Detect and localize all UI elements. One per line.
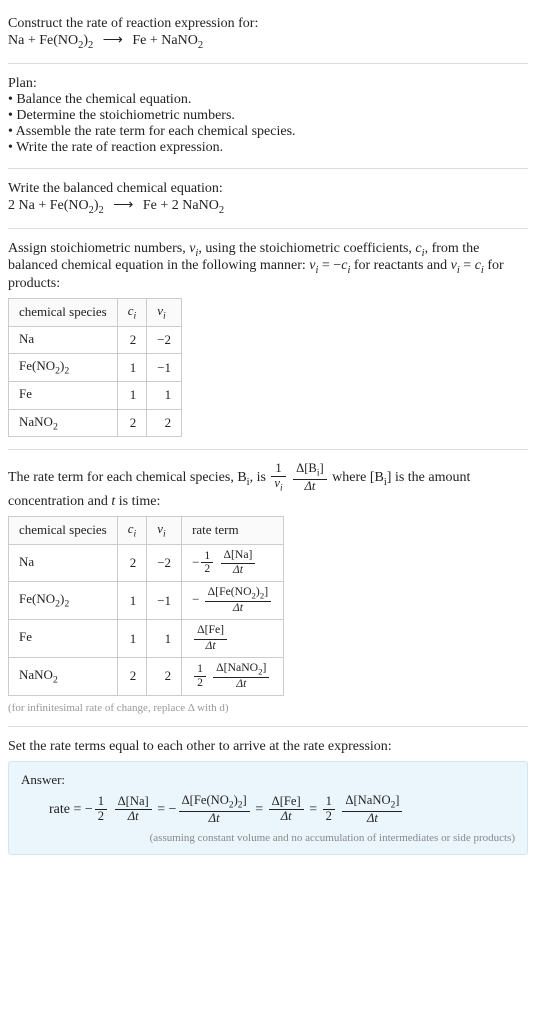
- plus: +: [35, 198, 50, 213]
- stoich-table: chemical species ci νi Na 2 −2 Fe(NO2)2 …: [8, 298, 182, 437]
- cell-nui: −2: [147, 326, 182, 354]
- final-title: Set the rate terms equal to each other t…: [8, 739, 528, 755]
- plan-item: • Write the rate of reaction expression.: [8, 140, 528, 156]
- product-fe: Fe: [143, 198, 157, 213]
- table-row: Na 2 −2: [9, 326, 182, 354]
- arrow-icon: ⟶: [113, 198, 133, 213]
- cell-ci: 1: [117, 354, 147, 382]
- cell-nui: 2: [147, 658, 182, 696]
- cell-ci: 2: [117, 326, 147, 354]
- rate-expression: rate = −12 Δ[Na]Δt = −Δ[Fe(NO2)2]Δt = Δ[…: [49, 794, 515, 826]
- cell-rateterm: Δ[Fe]Δt: [182, 620, 284, 658]
- cell-species: Na: [9, 544, 118, 582]
- balanced-equation: 2 Na + Fe(NO2)2 ⟶ Fe + 2 NaNO2: [8, 197, 528, 216]
- reactant-na: Na: [8, 33, 24, 48]
- prompt-section: Construct the rate of reaction expressio…: [8, 16, 528, 51]
- plan-item: • Determine the stoichiometric numbers.: [8, 108, 528, 124]
- col-nui: νi: [147, 299, 182, 327]
- table-row: Fe 1 1 Δ[Fe]Δt: [9, 620, 284, 658]
- cell-nui: −2: [147, 544, 182, 582]
- table-header-row: chemical species ci νi rate term: [9, 516, 284, 544]
- col-ci: ci: [117, 299, 147, 327]
- cell-species: Fe(NO2)2: [9, 354, 118, 382]
- plan-item: • Assemble the rate term for each chemic…: [8, 124, 528, 140]
- reactant-feno22: Fe(NO2)2: [50, 198, 104, 213]
- cell-ci: 2: [117, 658, 147, 696]
- cell-ci: 2: [117, 409, 147, 437]
- cell-rateterm: −12 Δ[Na]Δt: [182, 544, 284, 582]
- table-row: Fe 1 1: [9, 381, 182, 409]
- plan-section: Plan: • Balance the chemical equation. •…: [8, 76, 528, 156]
- col-ci: ci: [117, 516, 147, 544]
- cell-species: Na: [9, 326, 118, 354]
- table-header-row: chemical species ci νi: [9, 299, 182, 327]
- cell-species: Fe: [9, 381, 118, 409]
- cell-ci: 1: [117, 381, 147, 409]
- product-nano2: 2 NaNO2: [172, 198, 224, 213]
- cell-rateterm: 12 Δ[NaNO2]Δt: [182, 658, 284, 696]
- unbalanced-equation: Na + Fe(NO2)2 ⟶ Fe + NaNO2: [8, 32, 528, 51]
- frac-dbi-dt: Δ[Bi]Δt: [293, 462, 327, 494]
- prompt-text: Construct the rate of reaction expressio…: [8, 16, 528, 32]
- col-nui: νi: [147, 516, 182, 544]
- assign-section: Assign stoichiometric numbers, νi, using…: [8, 241, 528, 438]
- product-fe: Fe: [132, 33, 146, 48]
- answer-footnote: (assuming constant volume and no accumul…: [21, 832, 515, 844]
- plus: +: [146, 33, 161, 48]
- plan-title: Plan:: [8, 76, 528, 92]
- divider: [8, 63, 528, 64]
- balanced-title: Write the balanced chemical equation:: [8, 181, 528, 197]
- final-section: Set the rate terms equal to each other t…: [8, 739, 528, 855]
- cell-ci: 1: [117, 620, 147, 658]
- frac-one-over-nu: 1νi: [271, 462, 285, 494]
- cell-nui: 2: [147, 409, 182, 437]
- cell-ci: 2: [117, 544, 147, 582]
- cell-nui: −1: [147, 354, 182, 382]
- arrow-icon: ⟶: [103, 33, 123, 48]
- cell-ci: 1: [117, 582, 147, 620]
- cell-species: Fe: [9, 620, 118, 658]
- col-species: chemical species: [9, 299, 118, 327]
- cell-nui: −1: [147, 582, 182, 620]
- table-note: (for infinitesimal rate of change, repla…: [8, 702, 528, 714]
- divider: [8, 228, 528, 229]
- reactant-na: 2 Na: [8, 198, 35, 213]
- plus: +: [24, 33, 39, 48]
- col-species: chemical species: [9, 516, 118, 544]
- balanced-section: Write the balanced chemical equation: 2 …: [8, 181, 528, 216]
- table-row: Fe(NO2)2 1 −1: [9, 354, 182, 382]
- cell-nui: 1: [147, 381, 182, 409]
- divider: [8, 726, 528, 727]
- answer-box: Answer: rate = −12 Δ[Na]Δt = −Δ[Fe(NO2)2…: [8, 761, 528, 855]
- divider: [8, 168, 528, 169]
- table-row: NaNO2 2 2: [9, 409, 182, 437]
- cell-nui: 1: [147, 620, 182, 658]
- cell-species: NaNO2: [9, 658, 118, 696]
- table-row: Na 2 −2 −12 Δ[Na]Δt: [9, 544, 284, 582]
- col-rateterm: rate term: [182, 516, 284, 544]
- divider: [8, 449, 528, 450]
- rateterm-table: chemical species ci νi rate term Na 2 −2…: [8, 516, 284, 696]
- table-row: Fe(NO2)2 1 −1 − Δ[Fe(NO2)2]Δt: [9, 582, 284, 620]
- answer-label: Answer:: [21, 772, 515, 788]
- cell-species: NaNO2: [9, 409, 118, 437]
- reactant-feno22: Fe(NO2)2: [39, 33, 93, 48]
- plan-item: • Balance the chemical equation.: [8, 92, 528, 108]
- product-nano2: NaNO2: [161, 33, 203, 48]
- cell-species: Fe(NO2)2: [9, 582, 118, 620]
- table-row: NaNO2 2 2 12 Δ[NaNO2]Δt: [9, 658, 284, 696]
- cell-rateterm: − Δ[Fe(NO2)2]Δt: [182, 582, 284, 620]
- plus: +: [157, 198, 172, 213]
- rateterm-section: The rate term for each chemical species,…: [8, 462, 528, 714]
